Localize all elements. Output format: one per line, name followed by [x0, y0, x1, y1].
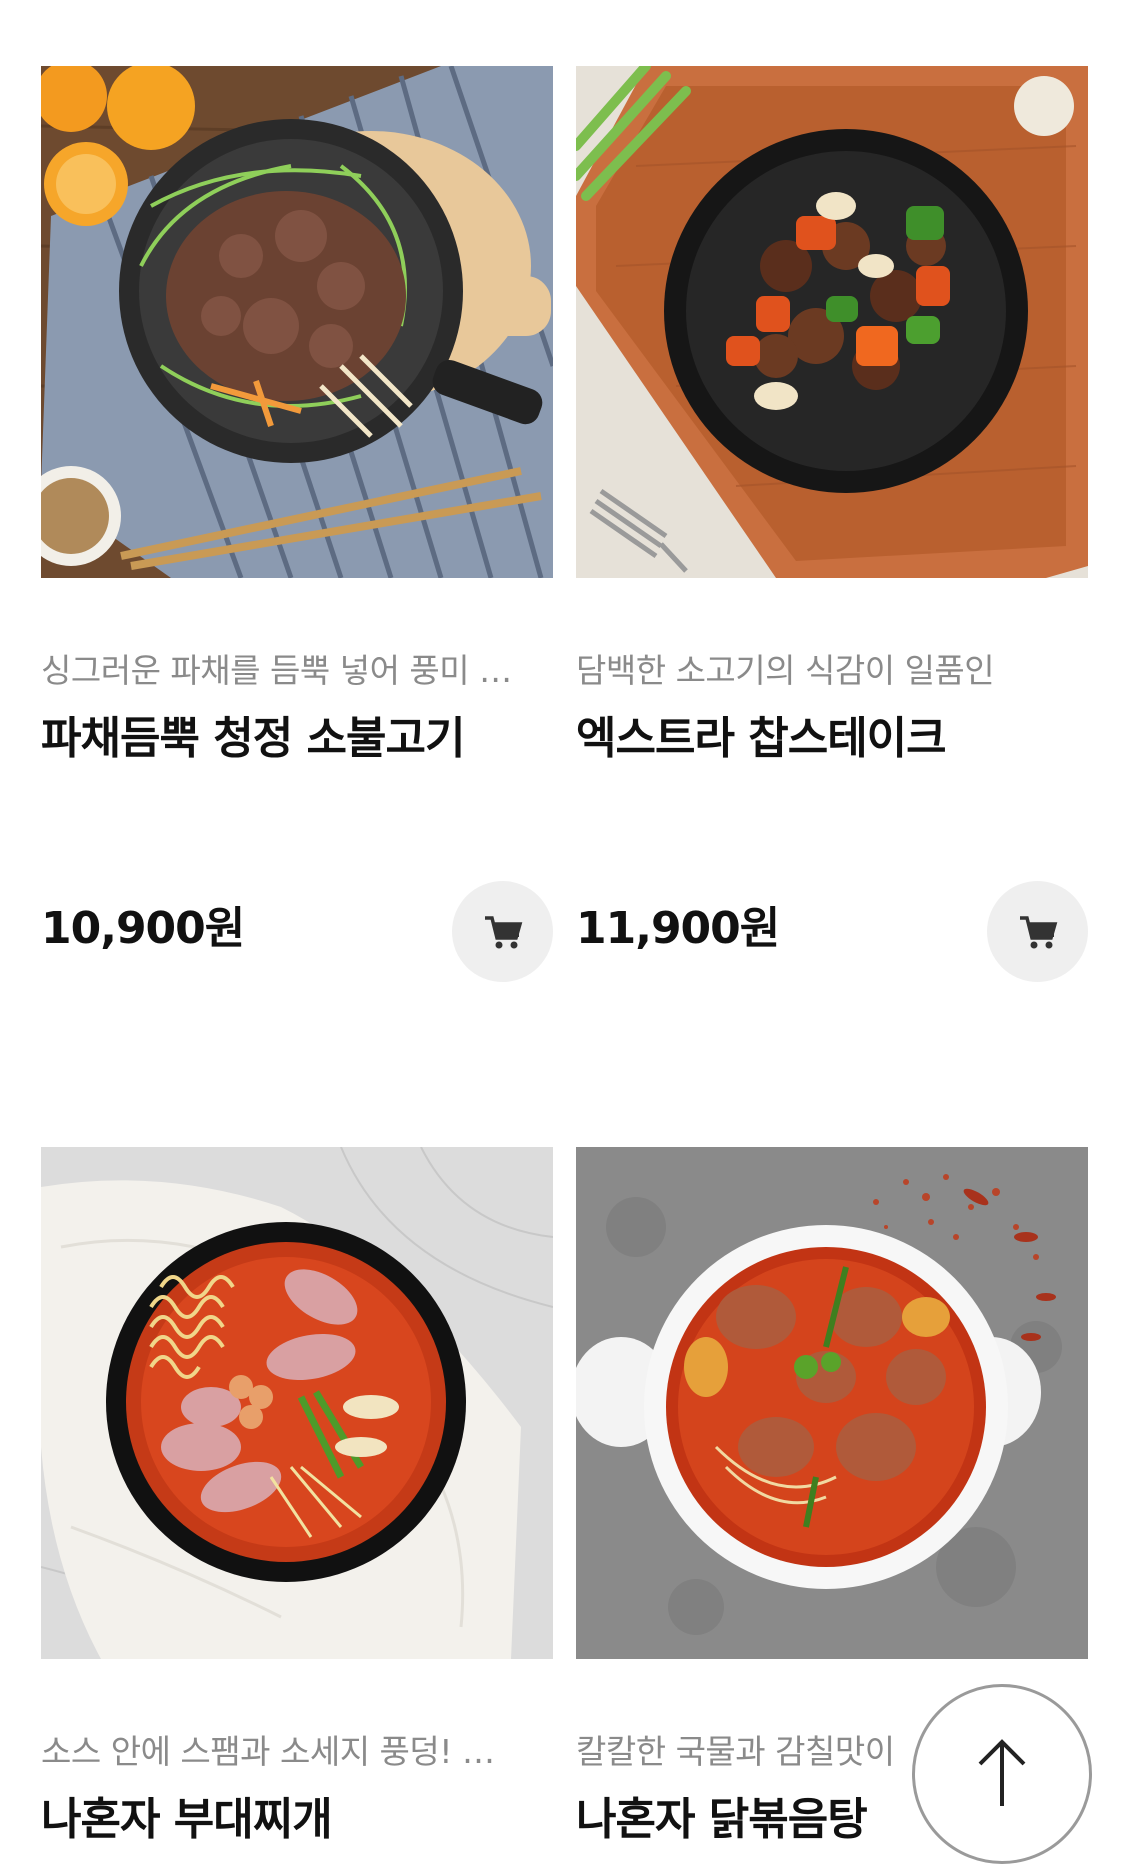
- spicy-chicken-stew-image[interactable]: [576, 1147, 1088, 1659]
- product-description: 싱그러운 파채를 듬뿍 넣어 풍미 …: [41, 651, 512, 690]
- cart-icon: [484, 915, 522, 948]
- chop-steak-plate-image[interactable]: [576, 66, 1088, 578]
- product-name[interactable]: 파채듬뿍 청정 소불고기: [41, 702, 553, 766]
- add-to-cart-button[interactable]: [987, 881, 1088, 982]
- army-stew-bowl-image[interactable]: [41, 1147, 553, 1659]
- cart-icon: [1019, 915, 1057, 948]
- product-card[interactable]: 싱그러운 파채를 듬뿍 넣어 풍미 … 파채듬뿍 청정 소불고기 10,900원: [41, 66, 553, 982]
- product-card[interactable]: 담백한 소고기의 식감이 일품인 엑스트라 찹스테이크 11,900원: [576, 66, 1088, 982]
- product-name[interactable]: 엑스트라 찹스테이크: [576, 702, 1088, 766]
- product-description: 소스 안에 스팸과 소세지 풍덩! …: [41, 1732, 495, 1771]
- product-description: 담백한 소고기의 식감이 일품인: [576, 651, 995, 690]
- beef-bulgogi-skillet-image[interactable]: [41, 66, 553, 578]
- add-to-cart-button[interactable]: [452, 881, 553, 982]
- arrow-up-icon: [978, 1739, 1026, 1806]
- product-price: 10,900원: [41, 903, 245, 954]
- product-name[interactable]: 나혼자 부대찌개: [41, 1783, 553, 1847]
- product-price: 11,900원: [576, 903, 780, 954]
- product-card[interactable]: 소스 안에 스팸과 소세지 풍덩! … 나혼자 부대찌개: [41, 1147, 553, 1872]
- scroll-to-top-button[interactable]: [912, 1684, 1092, 1864]
